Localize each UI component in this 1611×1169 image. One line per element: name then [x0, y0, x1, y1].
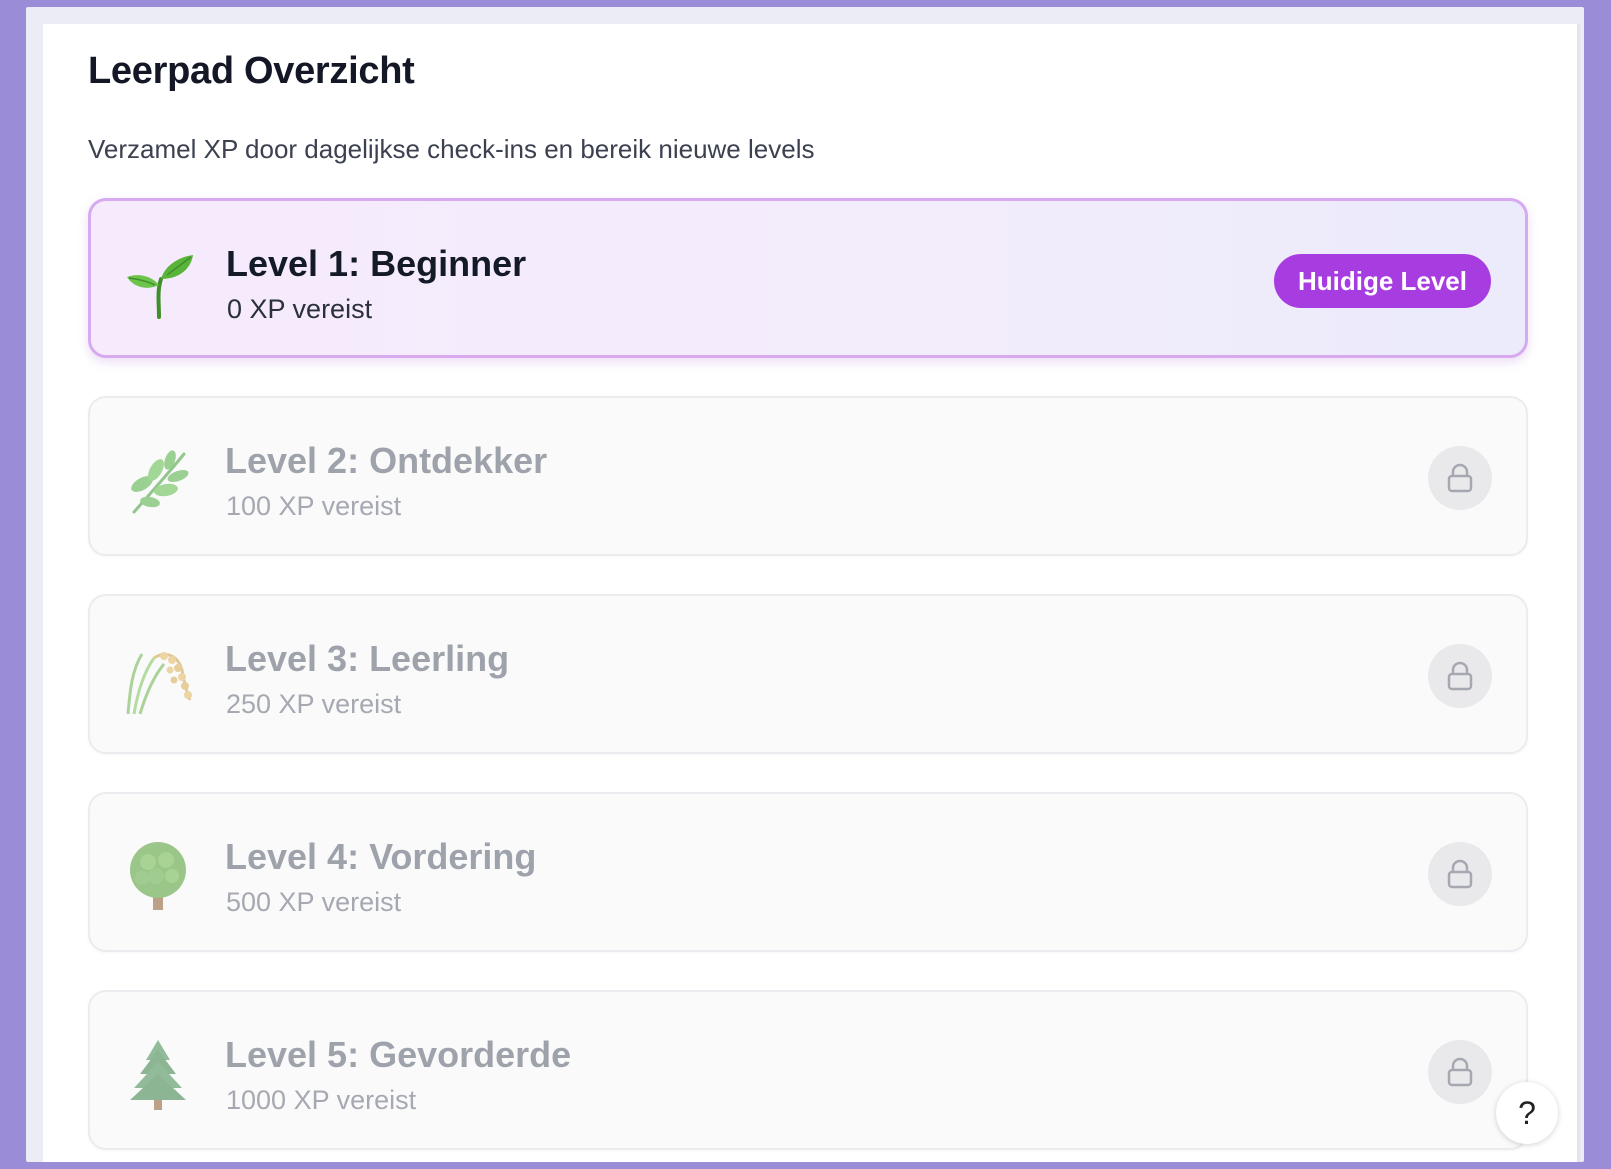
evergreen-tree-icon [120, 1036, 196, 1112]
learning-path-panel: Leerpad Overzicht Verzamel XP door dagel… [43, 24, 1580, 1162]
deciduous-tree-icon [120, 838, 196, 914]
level-card-3[interactable]: Level 3: Leerling 250 XP vereist [88, 594, 1528, 754]
level-card-2[interactable]: Level 2: Ontdekker 100 XP vereist [88, 396, 1528, 556]
seedling-icon [121, 245, 197, 321]
level-list: Level 1: Beginner 0 XP vereist Huidige L… [88, 198, 1528, 1162]
lock-icon [1428, 1040, 1492, 1104]
level-name: Level 3: Leerling [225, 638, 510, 679]
herb-icon [120, 442, 196, 518]
lock-icon [1428, 842, 1492, 906]
lock-icon [1428, 644, 1492, 708]
lock-icon [1428, 446, 1492, 510]
current-level-badge: Huidige Level [1273, 254, 1491, 308]
level-name: Level 4: Vordering [225, 836, 537, 877]
level-name: Level 2: Ontdekker [225, 440, 548, 481]
page-subtitle: Verzamel XP door dagelijkse check-ins en… [88, 134, 815, 164]
level-xp-requirement: 0 XP vereist [227, 294, 373, 324]
level-xp-requirement: 500 XP vereist [226, 887, 402, 917]
level-card-4[interactable]: Level 4: Vordering 500 XP vereist [88, 792, 1528, 952]
level-xp-requirement: 1000 XP vereist [226, 1085, 417, 1115]
level-card-1[interactable]: Level 1: Beginner 0 XP vereist Huidige L… [88, 198, 1528, 358]
help-button[interactable]: ? [1496, 1082, 1558, 1144]
level-name: Level 1: Beginner [226, 243, 527, 284]
level-card-5[interactable]: Level 5: Gevorderde 1000 XP vereist [88, 990, 1528, 1150]
level-name: Level 5: Gevorderde [225, 1034, 572, 1075]
level-xp-requirement: 100 XP vereist [226, 491, 402, 521]
level-xp-requirement: 250 XP vereist [226, 689, 402, 719]
rice-sheaf-icon [120, 640, 196, 716]
page-title: Leerpad Overzicht [88, 50, 415, 92]
